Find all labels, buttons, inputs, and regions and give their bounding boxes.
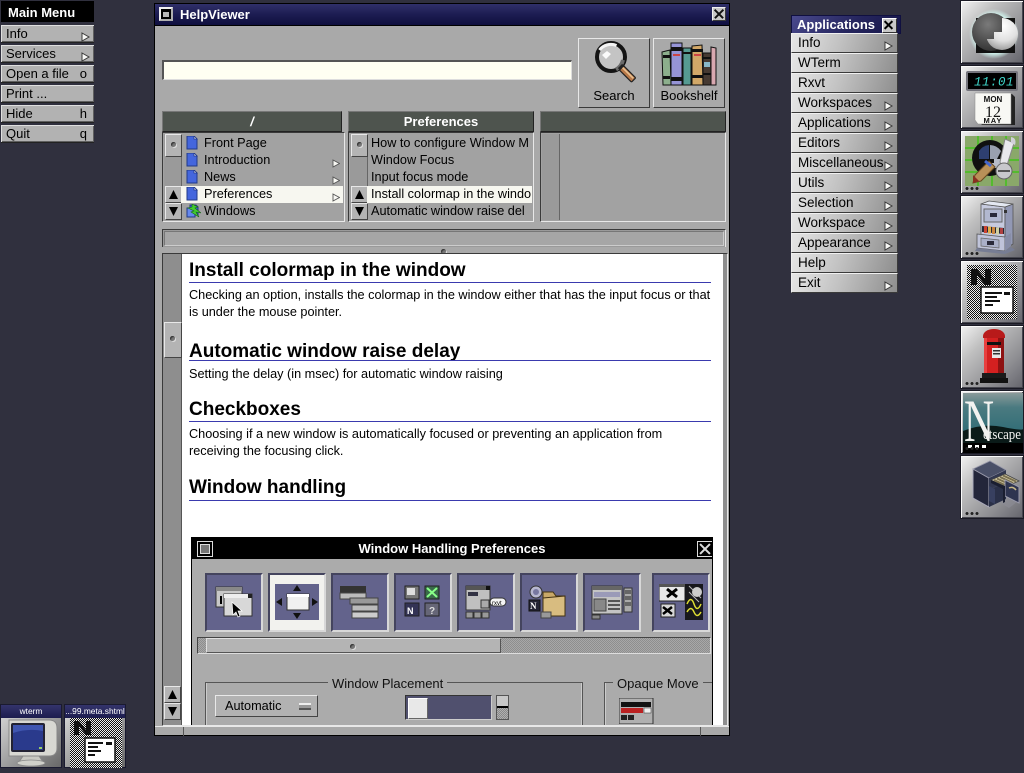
svg-text:MON: MON	[984, 95, 1003, 104]
svg-text:N: N	[530, 601, 537, 611]
svg-text:etscape: etscape	[983, 427, 1021, 443]
svg-text:rxvt: rxvt	[492, 601, 502, 607]
svg-text:?: ?	[429, 606, 435, 617]
svg-text:MAY: MAY	[984, 116, 1003, 125]
svg-text:N: N	[964, 391, 994, 453]
svg-text:11:01: 11:01	[974, 76, 1014, 90]
svg-text:N: N	[407, 606, 414, 616]
